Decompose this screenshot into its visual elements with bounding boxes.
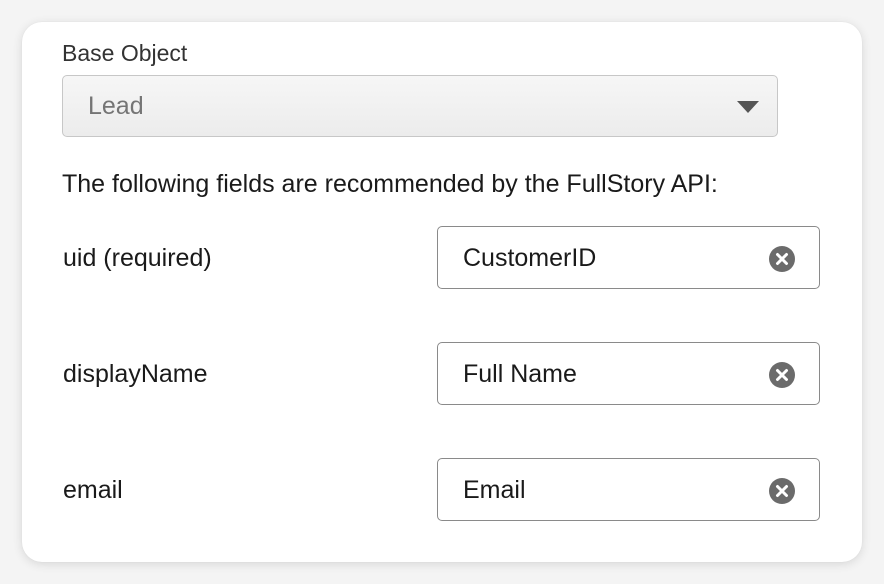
field-value: Email <box>463 476 526 504</box>
field-label: uid (required) <box>63 244 212 272</box>
field-row-displayname: displayName Full Name <box>22 342 862 406</box>
field-row-email: email Email <box>22 458 862 522</box>
clear-circle-icon[interactable] <box>769 478 795 504</box>
base-object-label: Base Object <box>62 40 188 66</box>
clear-circle-icon[interactable] <box>769 246 795 272</box>
field-value: Full Name <box>463 360 577 388</box>
field-label: email <box>63 476 123 504</box>
base-object-select[interactable]: Lead <box>62 75 778 137</box>
field-row-uid: uid (required) CustomerID <box>22 226 862 290</box>
field-input-uid[interactable]: CustomerID <box>437 226 820 289</box>
field-value: CustomerID <box>463 244 597 272</box>
clear-circle-icon[interactable] <box>769 362 795 388</box>
field-input-displayname[interactable]: Full Name <box>437 342 820 405</box>
caret-down-icon <box>737 101 759 113</box>
recommendation-text: The following fields are recommended by … <box>62 170 718 198</box>
field-input-email[interactable]: Email <box>437 458 820 521</box>
field-mapping-card: Base Object Lead The following fields ar… <box>22 22 862 562</box>
field-label: displayName <box>63 360 208 388</box>
base-object-selected-value: Lead <box>88 92 144 120</box>
